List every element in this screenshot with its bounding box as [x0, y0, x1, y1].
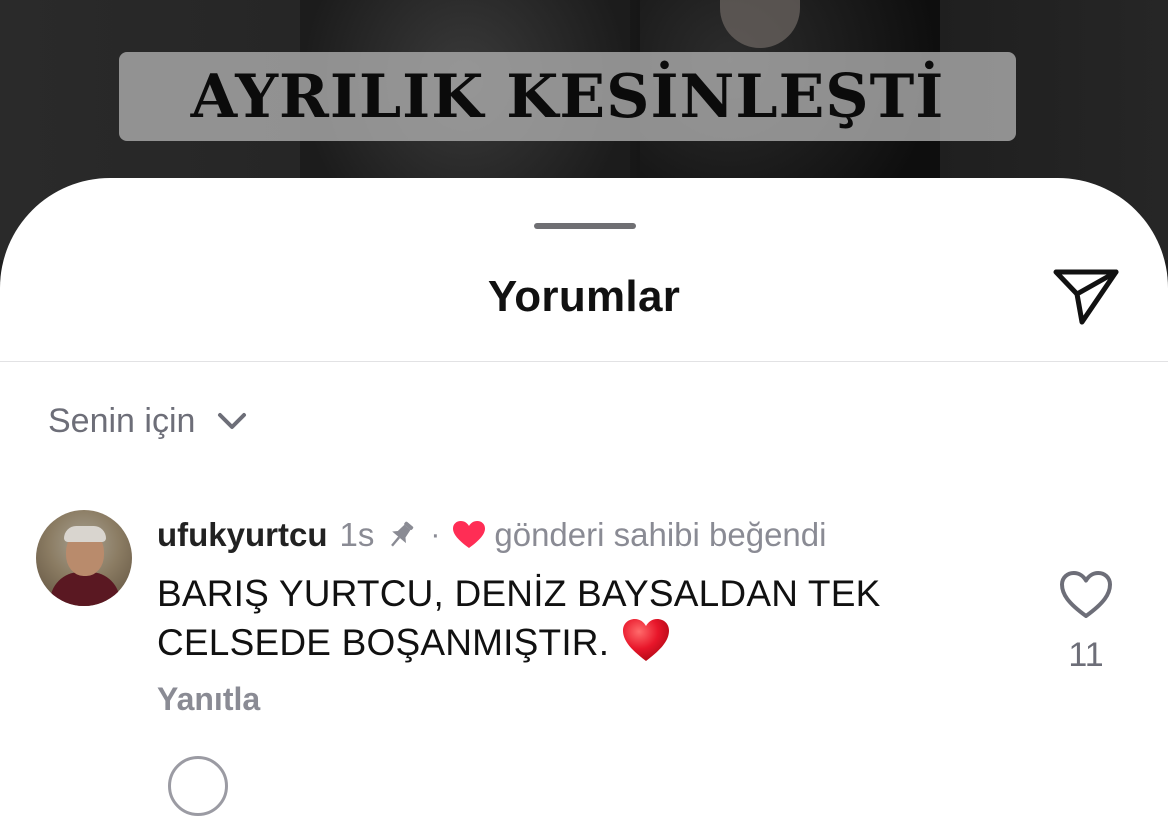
next-comment-avatar[interactable]: [168, 756, 228, 816]
heart-outline-icon[interactable]: [1058, 569, 1114, 621]
pin-icon: [384, 518, 418, 552]
comment-meta: ufukyurtcu 1s · gönderi sahibi beğendi: [157, 514, 826, 556]
reply-button[interactable]: Yanıtla: [157, 681, 260, 718]
sheet-title: Yorumlar: [487, 272, 681, 321]
comment-text-block: BARIŞ YURTCU, DENİZ BAYSALDAN TEK CELSED…: [157, 570, 1017, 674]
red-heart-emoji: [621, 617, 671, 674]
post-headline-banner: AYRILIK KESİNLEŞTİ: [119, 52, 1016, 141]
like-count: 11: [1068, 636, 1104, 674]
sort-dropdown[interactable]: Senin için: [48, 400, 247, 442]
comments-sheet: Yorumlar Senin için ufukyurtcu 1s · gönd…: [0, 178, 1168, 818]
comment-username[interactable]: ufukyurtcu: [157, 516, 328, 554]
comment-text: BARIŞ YURTCU, DENİZ BAYSALDAN TEK CELSED…: [157, 573, 881, 663]
sheet-grabber-handle[interactable]: [534, 223, 636, 229]
paper-plane-icon[interactable]: [1050, 264, 1122, 326]
chevron-down-icon: [218, 413, 247, 429]
sort-label: Senin için: [48, 401, 196, 440]
meta-separator: ·: [430, 518, 441, 551]
comment-time: 1s: [339, 516, 375, 553]
avatar[interactable]: [36, 510, 132, 606]
heart-icon: [452, 520, 486, 550]
post-headline-text: AYRILIK KESİNLEŞTİ: [190, 61, 945, 132]
liked-by-author-text: gönderi sahibi beğendi: [494, 516, 827, 553]
header-divider: [0, 361, 1168, 362]
